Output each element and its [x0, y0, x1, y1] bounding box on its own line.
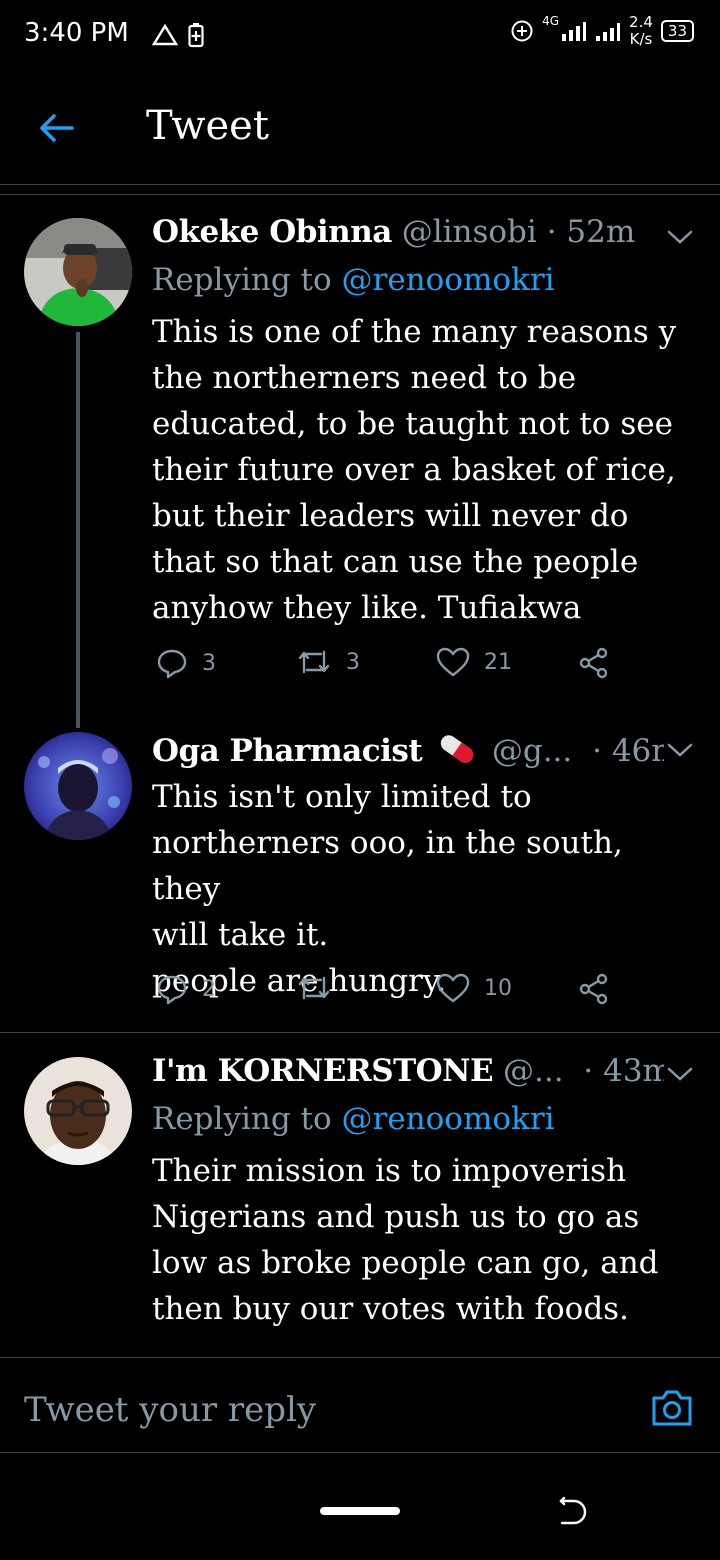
- tweet-header: Oga Pharmacist @g... · 46m: [152, 731, 664, 769]
- net-speed-value: 2.4: [629, 13, 653, 31]
- retweet-icon: [298, 976, 330, 1000]
- divider: [0, 194, 720, 195]
- tweet-time: · 43m: [583, 1053, 664, 1089]
- author-name[interactable]: Oga Pharmacist: [152, 733, 423, 769]
- heart-icon: [436, 647, 470, 677]
- replying-to: Replying to @renoomokri: [152, 262, 555, 298]
- reply-icon: [157, 649, 187, 679]
- reply-input[interactable]: Tweet your reply: [24, 1390, 316, 1430]
- net-speed-unit: K/s: [629, 30, 653, 48]
- share-icon: [579, 647, 608, 679]
- page-title: Tweet: [146, 103, 269, 149]
- tweet-text: Their mission is to impoverish Nigerians…: [152, 1153, 659, 1327]
- like-button[interactable]: 10: [436, 973, 512, 1003]
- data-saver-icon: [511, 20, 533, 42]
- reply-button[interactable]: 2: [156, 973, 216, 1005]
- author-name[interactable]: I'm KORNERSTONE: [152, 1053, 494, 1089]
- reply-count: 2: [202, 976, 216, 1002]
- reply-composer[interactable]: Tweet your reply: [0, 1357, 720, 1453]
- share-button[interactable]: [578, 647, 610, 679]
- thread-line: [76, 332, 80, 728]
- reply-count: 3: [202, 650, 216, 676]
- nav-back-icon[interactable]: [558, 1494, 588, 1528]
- signal-icon-2: [596, 23, 621, 41]
- heart-icon: [436, 973, 470, 1003]
- status-time: 3:40 PM: [24, 18, 129, 48]
- divider: [0, 1032, 720, 1033]
- home-gesture-bar[interactable]: [320, 1507, 400, 1515]
- tweet-text: This isn't only limited to northerners o…: [152, 779, 623, 999]
- divider: [0, 184, 720, 185]
- replying-to-label: Replying to: [152, 1101, 342, 1137]
- network-type: 4G: [542, 14, 560, 28]
- share-button[interactable]: [578, 973, 610, 1005]
- replying-to: Replying to @renoomokri: [152, 1101, 555, 1137]
- reply-button[interactable]: 3: [156, 647, 216, 679]
- retweet-button[interactable]: 3: [296, 647, 360, 677]
- mention-link[interactable]: @renoomokri: [342, 1101, 555, 1137]
- replying-to-label: Replying to: [152, 262, 342, 298]
- alert-triangle-icon: [152, 24, 178, 46]
- camera-icon[interactable]: [650, 1388, 694, 1428]
- share-icon: [579, 973, 608, 1005]
- tweet-time: · 46m: [592, 733, 664, 769]
- like-button[interactable]: 21: [436, 647, 512, 677]
- avatar[interactable]: [24, 1057, 132, 1165]
- retweet-button[interactable]: [296, 973, 346, 1003]
- chevron-down-icon[interactable]: [664, 225, 696, 249]
- arrow-left-icon: [40, 114, 74, 142]
- pill-icon: [440, 735, 474, 763]
- chevron-down-icon[interactable]: [664, 738, 696, 762]
- retweet-icon: [298, 650, 330, 674]
- tweet-actions: 3 3 21: [152, 647, 622, 687]
- battery-saver-icon: [188, 23, 204, 48]
- retweet-count: 3: [346, 649, 360, 675]
- tweet-time: · 52m: [546, 214, 636, 250]
- signal-icon: [562, 22, 587, 41]
- tweet-text: This is one of the many reasons y the no…: [152, 314, 677, 626]
- chevron-down-icon[interactable]: [664, 1062, 696, 1086]
- author-name[interactable]: Okeke Obinna: [152, 214, 392, 250]
- like-count: 10: [484, 975, 512, 1001]
- like-count: 21: [484, 649, 512, 675]
- author-handle[interactable]: @linsobi: [402, 214, 537, 250]
- status-bar: 3:40 PM 4G 2.4 K/s 33: [0, 0, 720, 70]
- avatar[interactable]: [24, 732, 132, 840]
- app-header: Tweet: [0, 85, 720, 175]
- mention-link[interactable]: @renoomokri: [342, 262, 555, 298]
- tweet-actions: 2 10: [152, 973, 622, 1013]
- reply-icon: [157, 975, 187, 1005]
- tweet-header: I'm KORNERSTONE @... · 43m: [152, 1053, 664, 1089]
- author-handle[interactable]: @...: [503, 1053, 564, 1089]
- back-button[interactable]: [28, 103, 84, 153]
- tweet-header: Okeke Obinna @linsobi · 52m: [152, 214, 664, 250]
- avatar[interactable]: [24, 218, 132, 326]
- battery-indicator: 33: [660, 20, 694, 42]
- author-handle[interactable]: @g...: [492, 733, 572, 769]
